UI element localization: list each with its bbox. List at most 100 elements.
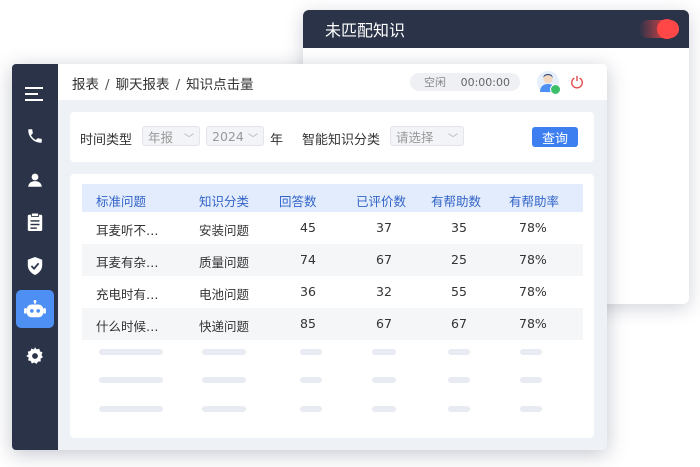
rated-cell: 32 [376,284,392,299]
time-type-label: 时间类型 [80,133,133,148]
category-cell: 安装问题 [199,223,250,238]
menu-icon [25,87,43,101]
skeleton-bar [448,377,470,383]
helpful-rate-cell: 78% [519,252,547,267]
sidebar-item-clipboard[interactable] [12,202,58,242]
chevron-down-icon: ﹀ [184,134,194,145]
question-cell: 什么时候… [96,319,159,334]
category-cell: 电池问题 [199,287,250,302]
table-header: 标准问题 知识分类 回答数 已评价数 有帮助数 有帮助率 [82,184,583,212]
helpful-cell: 35 [451,220,467,235]
skeleton-bar [372,406,396,412]
phone-icon [28,129,42,143]
sidebar-item-settings[interactable] [12,336,58,376]
skeleton-bar [99,349,163,355]
breadcrumb-item[interactable]: 报表 [72,77,99,93]
breadcrumb-item[interactable]: 聊天报表 [116,77,170,93]
skeleton-bar [99,406,163,412]
status-timer: 00:00:00 [460,75,510,89]
skeleton-bar [99,377,163,383]
helpful-rate-cell: 78% [519,284,547,299]
answers-cell: 85 [300,316,316,331]
category-placeholder: 请选择 [396,129,434,145]
report-table: 标准问题 知识分类 回答数 已评价数 有帮助数 有帮助率 耳麦听不… 安装问题 … [70,174,594,438]
skeleton-bar [202,349,246,355]
helpful-cell: 25 [451,252,467,267]
chevron-down-icon: ﹀ [248,134,258,145]
category-label: 智能知识分类 [302,133,381,148]
column-header[interactable]: 有帮助数 [431,191,481,210]
breadcrumb-current: 知识点击量 [186,77,254,93]
question-cell: 耳麦有杂… [96,255,159,270]
unmatched-knowledge-title: 未匹配知识 [325,21,406,40]
robot-icon [24,300,46,318]
helpful-cell: 55 [451,284,467,299]
sidebar-item-menu[interactable] [12,74,58,114]
chevron-down-icon: ﹀ [448,134,458,145]
skeleton-bar [202,406,246,412]
avatar[interactable] [537,71,561,95]
column-header[interactable]: 知识分类 [199,191,249,210]
table-row[interactable]: 耳麦有杂… 质量问题 74 67 25 78% [82,244,583,276]
power-icon [571,75,583,89]
filter-bar: 时间类型 年报 ﹀ 2024 ﹀ 年 智能知识分类 请选择 ﹀ 查询 [70,112,594,162]
question-cell: 耳麦听不… [96,223,159,238]
rated-cell: 67 [376,316,392,331]
skeleton-bar [300,377,322,383]
year-value: 2024 [212,128,244,144]
rated-cell: 37 [376,220,392,235]
clipboard-icon [27,212,43,231]
column-header[interactable]: 回答数 [279,191,317,210]
time-type-select[interactable]: 年报 ﹀ [142,126,200,146]
skeleton-bar [520,406,542,412]
user-icon [28,173,42,187]
time-type-value: 年报 [148,129,174,145]
question-cell: 充电时有… [96,287,159,302]
skeleton-bar [448,406,470,412]
status-state: 空闲 [424,76,446,89]
skeleton-bar [372,377,396,383]
query-button[interactable]: 查询 [532,127,578,147]
year-select[interactable]: 2024 ﹀ [206,126,264,146]
table-row[interactable]: 耳麦听不… 安装问题 45 37 35 78% [82,212,583,244]
skeleton-bar [202,377,246,383]
answers-cell: 36 [300,284,316,299]
breadcrumb-separator: / [175,77,181,93]
skeleton-bar [520,349,542,355]
category-cell: 快递问题 [199,319,250,334]
table-row[interactable]: 充电时有… 电池问题 36 32 55 78% [82,276,583,308]
logout-button[interactable] [570,74,584,93]
report-window: 报表 / 聊天报表 / 知识点击量 空闲 00:00:00 时间类型 年报 ﹀ [12,64,607,450]
skeleton-bar [520,377,542,383]
rated-cell: 67 [376,252,392,267]
top-bar: 报表 / 聊天报表 / 知识点击量 空闲 00:00:00 [58,64,607,100]
unmatched-knowledge-header: 未匹配知识 [303,10,689,48]
helpful-rate-cell: 78% [519,220,547,235]
category-select[interactable]: 请选择 ﹀ [390,126,464,146]
column-header[interactable]: 有帮助率 [509,191,559,210]
agent-status[interactable]: 空闲 00:00:00 [410,73,520,91]
column-header[interactable]: 已评价数 [356,191,406,210]
sidebar [12,64,58,450]
sidebar-item-security[interactable] [12,246,58,286]
toggle-switch[interactable] [639,18,679,40]
skeleton-bar [300,406,322,412]
sidebar-item-robot[interactable] [12,290,58,330]
skeleton-bar [372,349,396,355]
shield-icon [27,257,43,275]
helpful-rate-cell: 78% [519,316,547,331]
year-suffix: 年 [270,133,284,148]
breadcrumb-separator: / [105,77,110,93]
skeleton-bar [448,349,470,355]
skeleton-bar [300,349,322,355]
sidebar-item-user[interactable] [12,160,58,200]
online-indicator [550,84,561,95]
helpful-cell: 67 [451,316,467,331]
toggle-knob [657,19,677,39]
category-cell: 质量问题 [199,255,250,270]
column-header[interactable]: 标准问题 [96,191,146,210]
answers-cell: 45 [300,220,316,235]
table-row[interactable]: 什么时候… 快递问题 85 67 67 78% [82,308,583,340]
gear-icon [26,347,43,364]
sidebar-item-phone[interactable] [12,116,58,156]
